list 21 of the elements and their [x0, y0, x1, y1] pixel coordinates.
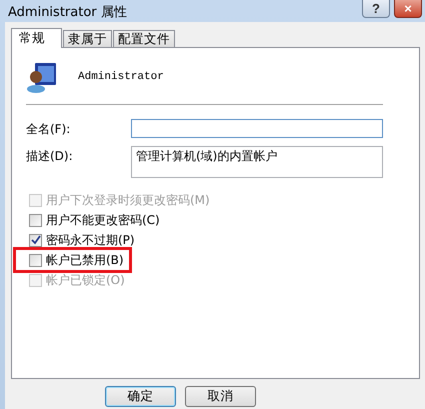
checkbox[interactable]: [29, 234, 42, 246]
checkbox-label: 用户下次登录时须更改密码(M): [46, 192, 210, 208]
help-button[interactable]: ?: [362, 0, 390, 18]
tab[interactable]: 常规: [11, 28, 62, 48]
dialog-button[interactable]: 确定: [105, 386, 176, 407]
checkbox-label: 用户不能更改密码(C): [46, 212, 160, 228]
checkbox-label: 密码永不过期(P): [46, 232, 135, 248]
description-field[interactable]: 管理计算机(域)的内置帐户: [131, 146, 383, 178]
checkbox[interactable]: [29, 254, 42, 266]
window-title: Administrator 属性: [7, 4, 127, 21]
tab[interactable]: 隶属于: [63, 30, 112, 47]
checkbox[interactable]: [29, 214, 42, 226]
checkbox-label: 帐户已禁用(B): [46, 252, 124, 268]
field-label: 全名(F):: [26, 121, 72, 138]
tab[interactable]: 配置文件: [113, 30, 175, 47]
field-label: 描述(D):: [26, 148, 74, 165]
checkbox-label: 帐户已锁定(O): [46, 272, 125, 288]
user-computer-icon: [26, 61, 58, 93]
name-field[interactable]: [131, 119, 383, 138]
user-name: Administrator: [78, 71, 164, 83]
dialog-button[interactable]: 取消: [185, 386, 256, 407]
